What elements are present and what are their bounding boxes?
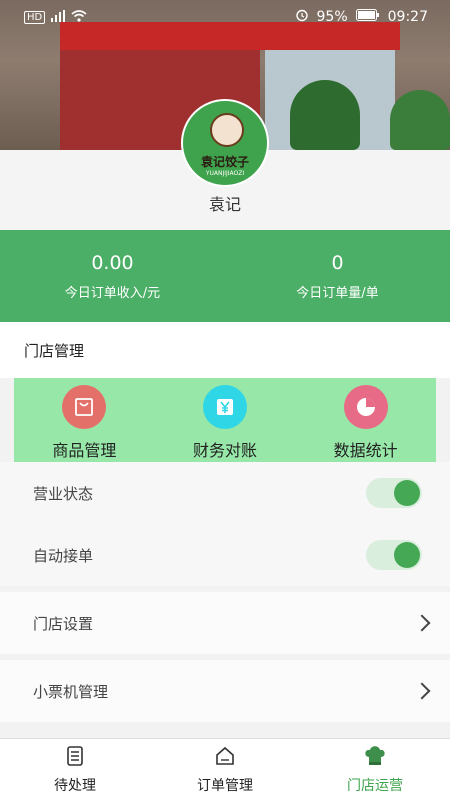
nav-row-label: 小票机管理	[33, 682, 109, 701]
clock-time: 09:27	[387, 9, 428, 25]
tab-store-operations[interactable]: 门店运营	[300, 739, 450, 800]
toggle-row-business-status: 营业状态	[0, 462, 450, 524]
stat-label: 今日订单收入/元	[64, 285, 161, 301]
action-finance[interactable]: 财务对账	[155, 378, 296, 462]
switch-knob	[394, 480, 420, 506]
business-status-switch[interactable]	[366, 478, 422, 508]
stat-income[interactable]: 0.00 今日订单收入/元	[0, 230, 225, 322]
stat-value: 0	[331, 251, 344, 274]
order-house-icon	[214, 745, 236, 771]
tab-label: 待处理	[54, 777, 96, 794]
status-left: HD	[24, 9, 87, 25]
stat-label: 今日订单量/单	[296, 285, 379, 301]
wifi-icon	[71, 9, 87, 25]
action-label: 商品管理	[52, 441, 117, 460]
tab-orders[interactable]: 订单管理	[150, 739, 300, 800]
status-right: 95% 09:27	[295, 8, 428, 26]
tab-label: 订单管理	[197, 777, 253, 794]
toggle-settings: 营业状态 自动接单	[0, 462, 450, 586]
chevron-right-icon	[413, 614, 431, 632]
logo-text-en: YUANJIJIAOZI	[205, 170, 245, 177]
chef-hat-icon	[363, 745, 387, 771]
toggle-label: 自动接单	[33, 546, 94, 565]
battery-percent: 95%	[316, 9, 348, 25]
toggle-label: 营业状态	[33, 484, 94, 503]
logo-text: 袁记饺子	[200, 155, 249, 169]
nav-row-printer-management[interactable]: 小票机管理	[0, 660, 450, 722]
quick-actions: 商品管理 财务对账 数据统计	[14, 378, 436, 462]
auto-accept-switch[interactable]	[366, 540, 422, 570]
action-statistics[interactable]: 数据统计	[295, 378, 436, 462]
bottom-tab-bar: 待处理 订单管理 门店运营	[0, 738, 450, 800]
stat-orders[interactable]: 0 今日订单量/单	[225, 230, 450, 322]
store-logo: 袁记饺子 YUANJIJIAOZI	[181, 99, 269, 187]
today-stats: 0.00 今日订单收入/元 0 今日订单量/单	[0, 230, 450, 322]
plant	[390, 90, 450, 150]
section-title: 门店管理	[0, 322, 450, 378]
plant	[290, 80, 360, 150]
pie-chart-icon	[343, 385, 388, 429]
store-name: 袁记	[208, 195, 241, 214]
toggle-row-auto-accept: 自动接单	[0, 524, 450, 586]
chevron-right-icon	[413, 682, 431, 700]
action-label: 财务对账	[193, 441, 258, 460]
signal-icon	[51, 9, 66, 25]
switch-knob	[394, 542, 420, 568]
nav-row-label: 门店设置	[33, 614, 94, 633]
battery-icon	[355, 9, 380, 25]
clipboard-icon	[64, 745, 86, 771]
yen-icon	[203, 385, 247, 429]
tab-pending[interactable]: 待处理	[0, 739, 150, 800]
alarm-icon	[295, 8, 309, 26]
status-bar: HD 95% 09:27	[0, 0, 450, 34]
action-label: 数据统计	[333, 441, 398, 460]
stat-value: 0.00	[91, 251, 134, 274]
chef-mascot-icon	[210, 113, 244, 147]
nav-row-store-settings[interactable]: 门店设置	[0, 592, 450, 654]
bag-icon	[62, 385, 107, 429]
tab-label: 门店运营	[347, 777, 403, 794]
action-goods-management[interactable]: 商品管理	[14, 378, 155, 462]
hd-indicator: HD	[24, 10, 46, 24]
